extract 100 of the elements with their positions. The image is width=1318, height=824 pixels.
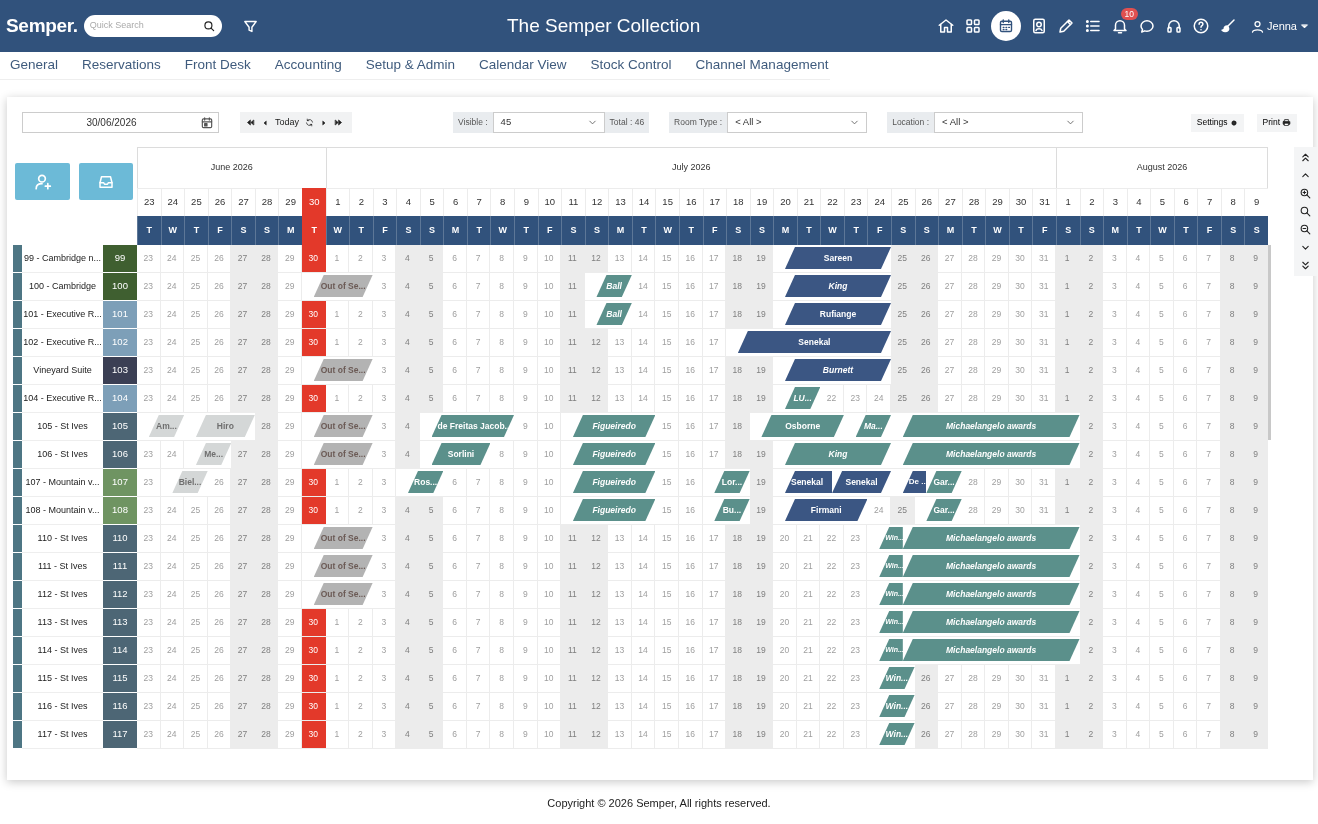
booking-bar[interactable]: Figueiredo — [572, 471, 656, 493]
visible-select[interactable]: 45 — [492, 112, 605, 133]
date-cell[interactable]: 9 — [1244, 469, 1268, 497]
date-cell[interactable]: 7 — [466, 581, 491, 609]
booking-bar[interactable]: Biel... — [172, 471, 208, 493]
date-cell[interactable]: 14 — [631, 385, 656, 413]
date-cell[interactable]: 5 — [1150, 301, 1174, 329]
date-cell[interactable]: 4 — [396, 413, 420, 441]
date-cell[interactable]: 22 — [820, 721, 844, 749]
date-cell[interactable]: 31 — [1032, 693, 1056, 721]
date-cell[interactable]: 7 — [1197, 497, 1221, 525]
date-cell[interactable]: 19 — [749, 469, 774, 497]
date-cell[interactable]: 30 — [1008, 665, 1033, 693]
date-cell[interactable]: 15 — [655, 385, 679, 413]
date-cell[interactable]: 7 — [466, 637, 491, 665]
settings-button[interactable]: Settings — [1190, 113, 1244, 132]
date-cell[interactable]: 16 — [678, 581, 703, 609]
date-cell[interactable]: 27 — [938, 385, 962, 413]
date-cell[interactable]: 22 — [820, 609, 844, 637]
date-cell[interactable]: 12 — [584, 637, 609, 665]
date-cell[interactable]: 30 — [301, 497, 326, 525]
date-cell[interactable]: 10 — [537, 469, 562, 497]
date-cell[interactable]: 5 — [419, 273, 444, 301]
date-cell[interactable]: 2 — [1079, 441, 1104, 469]
date-cell[interactable]: 5 — [1150, 525, 1174, 553]
date-cell[interactable]: 18 — [726, 637, 750, 665]
booking-bar[interactable]: Michaelangelo awards — [902, 527, 1080, 549]
scrollbar-thumb[interactable] — [1268, 245, 1271, 440]
booking-bar[interactable]: Gar... — [926, 499, 962, 521]
date-cell[interactable]: 29 — [985, 329, 1009, 357]
date-cell[interactable]: 12 — [584, 385, 609, 413]
date-cell[interactable]: 4 — [396, 497, 420, 525]
date-cell[interactable]: 16 — [678, 413, 703, 441]
booking-bar[interactable]: Ball — [596, 303, 632, 325]
date-cell[interactable]: 29 — [985, 357, 1009, 385]
date-cell[interactable]: 30 — [301, 385, 326, 413]
booking-bar[interactable]: Rufiange — [784, 303, 891, 325]
date-cell[interactable]: 8 — [490, 357, 514, 385]
pencil-icon[interactable] — [1057, 17, 1075, 35]
date-cell[interactable]: 26 — [914, 273, 939, 301]
date-cell[interactable]: 29 — [278, 469, 302, 497]
date-cell[interactable]: 12 — [584, 693, 609, 721]
date-cell[interactable]: 18 — [726, 553, 750, 581]
date-cell[interactable]: 7 — [1197, 693, 1221, 721]
date-cell[interactable]: 23 — [843, 637, 868, 665]
date-cell[interactable]: 9 — [1244, 245, 1268, 273]
date-cell[interactable]: 6 — [443, 525, 467, 553]
zoom-in-icon[interactable] — [1299, 187, 1312, 200]
date-cell[interactable]: 7 — [466, 525, 491, 553]
date-cell[interactable]: 6 — [1173, 721, 1198, 749]
date-cell[interactable]: 7 — [466, 721, 491, 749]
date-cell[interactable]: 2 — [1079, 245, 1104, 273]
date-cell[interactable]: 2 — [349, 329, 373, 357]
contact-card-icon[interactable] — [1030, 17, 1048, 35]
date-cell[interactable]: 9 — [514, 385, 538, 413]
date-cell[interactable]: 5 — [1150, 329, 1174, 357]
date-cell[interactable]: 4 — [1126, 301, 1151, 329]
date-cell[interactable]: 19 — [749, 497, 774, 525]
date-cell[interactable]: 18 — [726, 721, 750, 749]
date-cell[interactable]: 28 — [254, 693, 279, 721]
booking-bar[interactable]: Gar... — [926, 471, 962, 493]
date-cell[interactable]: 15 — [655, 273, 679, 301]
date-cell[interactable]: 7 — [466, 469, 491, 497]
double-chevron-up-icon[interactable] — [1299, 151, 1312, 164]
date-cell[interactable]: 9 — [1244, 357, 1268, 385]
date-cell[interactable]: 24 — [160, 497, 185, 525]
date-cell[interactable]: 6 — [1173, 273, 1198, 301]
date-cell[interactable]: 8 — [490, 525, 514, 553]
date-cell[interactable]: 9 — [1244, 609, 1268, 637]
date-cell[interactable]: 5 — [1150, 581, 1174, 609]
date-cell[interactable]: 3 — [1103, 301, 1127, 329]
logo[interactable]: Semper. — [6, 11, 78, 41]
date-cell[interactable]: 2 — [349, 665, 373, 693]
date-cell[interactable]: 4 — [1126, 273, 1151, 301]
date-cell[interactable]: 2 — [1079, 497, 1104, 525]
date-cell[interactable]: 18 — [726, 301, 750, 329]
date-cell[interactable]: 14 — [631, 665, 656, 693]
date-cell[interactable]: 14 — [631, 553, 656, 581]
date-cell[interactable]: 12 — [584, 553, 609, 581]
date-cell[interactable]: 28 — [254, 721, 279, 749]
date-cell[interactable]: 7 — [1197, 329, 1221, 357]
date-cell[interactable]: 8 — [1220, 693, 1245, 721]
date-cell[interactable]: 4 — [1126, 693, 1151, 721]
menu-link[interactable]: Calendar View — [468, 55, 579, 76]
date-cell[interactable]: 28 — [961, 245, 986, 273]
date-cell[interactable]: 29 — [278, 497, 302, 525]
date-cell[interactable]: 5 — [419, 553, 444, 581]
date-cell[interactable]: 2 — [1079, 385, 1104, 413]
date-cell[interactable]: 8 — [1220, 469, 1245, 497]
date-cell[interactable]: 20 — [773, 553, 797, 581]
date-cell[interactable]: 27 — [231, 441, 255, 469]
date-cell[interactable]: 29 — [278, 637, 302, 665]
date-cell[interactable]: 9 — [514, 609, 538, 637]
date-cell[interactable]: 30 — [1008, 357, 1033, 385]
booking-bar[interactable]: Win... — [879, 695, 915, 717]
date-cell[interactable]: 8 — [490, 273, 514, 301]
date-cell[interactable]: 8 — [1220, 441, 1245, 469]
date-cell[interactable]: 30 — [1008, 693, 1033, 721]
date-cell[interactable]: 29 — [278, 693, 302, 721]
date-cell[interactable]: 6 — [443, 497, 467, 525]
